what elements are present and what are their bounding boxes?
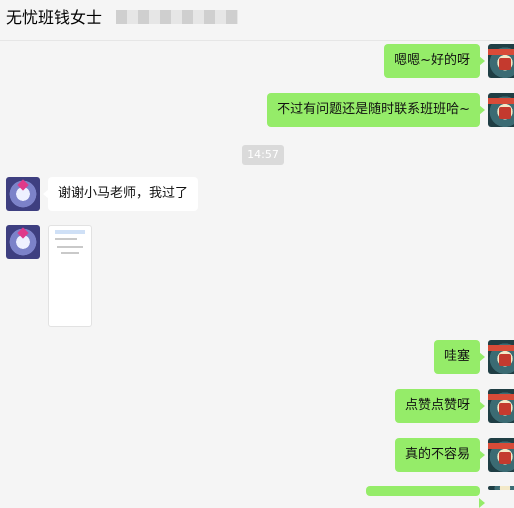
self-avatar[interactable] [488,44,514,78]
avatar-band [488,49,514,55]
chat-header: 无忧班钱女士 [0,0,514,41]
avatar-emblem [499,403,511,415]
thumbnail-header-bar [55,230,85,234]
message-text: 真的不容易 [404,447,470,462]
message-bubble-self[interactable]: 真的不容易 [394,438,486,472]
thumbnail-text-line [55,238,77,240]
message-bubble-self[interactable]: 哇塞 [433,340,486,374]
self-avatar[interactable] [488,340,514,374]
avatar-emblem [499,107,511,119]
message-text: 不过有问题还是随时联系班班哈~ [277,102,470,117]
image-message-thumbnail[interactable] [48,225,92,327]
message-text: 谢谢小马老师，我过了 [58,186,189,201]
chat-title[interactable]: 无忧班钱女士 [6,8,102,28]
other-avatar[interactable] [6,177,40,211]
avatar-band [488,443,514,449]
avatar-emblem [17,179,29,191]
thumbnail-text-line [61,252,79,254]
message-bubble-other[interactable]: 谢谢小马老师，我过了 [42,177,199,211]
message-text: 哇塞 [443,349,470,364]
avatar-band [488,98,514,104]
timestamp-badge: 14:57 [242,145,284,165]
message-text: 嗯嗯~好的呀 [394,53,470,68]
avatar-band [488,345,514,351]
avatar-emblem [17,227,29,239]
message-bubble-self-partial[interactable] [366,486,485,508]
redacted-name-mosaic [116,10,238,24]
avatar-emblem [499,58,511,70]
message-bubble-self[interactable]: 点赞点赞呀 [394,389,486,423]
self-avatar[interactable] [488,438,514,472]
self-avatar-partial[interactable] [488,486,514,490]
avatar-emblem [499,354,511,366]
message-bubble-self[interactable]: 不过有问题还是随时联系班班哈~ [267,93,485,127]
self-avatar[interactable] [488,93,514,127]
self-avatar[interactable] [488,389,514,423]
avatar-band [488,394,514,400]
message-bubble-self[interactable]: 嗯嗯~好的呀 [384,44,485,78]
other-avatar[interactable] [6,225,40,259]
avatar-emblem [499,452,511,464]
thumbnail-text-line [57,246,83,248]
message-text: 点赞点赞呀 [404,398,470,413]
